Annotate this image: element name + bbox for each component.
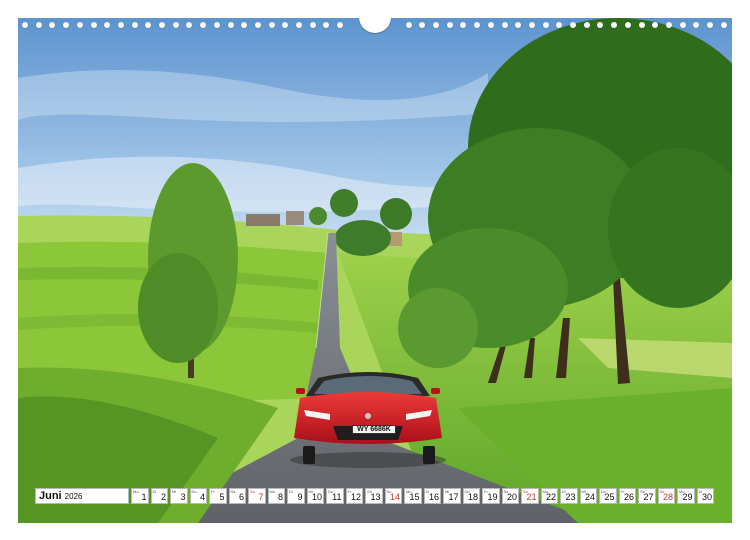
calendar-page: WY 6686K — [18, 18, 732, 523]
tree-cluster — [335, 220, 391, 256]
calendar-strip: Juni 2026 Mo 1 Di 2 Mi 3 Do 4 Fr 5 Sa 6 So 7 Mo 8 Di 9 Mi 1… — [35, 488, 714, 504]
day-number: 24 — [584, 492, 595, 502]
day-number: 11 — [332, 492, 342, 502]
calendar-day: Sa 27 — [638, 488, 656, 504]
calendar-day: Fr 12 — [345, 488, 363, 504]
calendar-day: Sa 6 — [228, 488, 246, 504]
weekday-label: Fr — [211, 489, 215, 494]
calendar-day: Do 18 — [462, 488, 480, 504]
weekday-label: So — [250, 489, 255, 494]
day-number: 21 — [526, 492, 537, 502]
day-number: 8 — [277, 492, 283, 502]
calendar-day: Sa 20 — [501, 488, 519, 504]
calendar-day: Mi 10 — [306, 488, 324, 504]
calendar-day: Fr 5 — [209, 488, 227, 504]
month-label: Juni 2026 — [35, 488, 129, 504]
calendar-day: So 14 — [384, 488, 402, 504]
day-number: 29 — [682, 492, 693, 502]
calendar-day: Mo 22 — [540, 488, 558, 504]
day-number: 26 — [623, 492, 634, 502]
calendar-day: Fr 19 — [482, 488, 500, 504]
day-number: 5 — [219, 492, 225, 502]
house — [286, 211, 304, 225]
day-number: 20 — [506, 492, 517, 502]
day-number: 15 — [409, 492, 420, 502]
calendar-day: Mo 15 — [404, 488, 422, 504]
calendar-day: Do 11 — [326, 488, 344, 504]
day-number: 13 — [370, 492, 381, 502]
calendar-day: Mo 8 — [267, 488, 285, 504]
calendar-day: Do 25 — [599, 488, 617, 504]
day-number: 25 — [604, 492, 615, 502]
day-number: 6 — [238, 492, 244, 502]
day-number: 22 — [545, 492, 556, 502]
calendar-day: Di 23 — [560, 488, 578, 504]
calendar-day: Mi 3 — [170, 488, 188, 504]
calendar-day: Di 2 — [150, 488, 168, 504]
month-name: Juni — [39, 490, 62, 502]
month-year: 2026 — [64, 491, 83, 501]
day-number: 14 — [389, 492, 400, 502]
day-number: 2 — [160, 492, 166, 502]
day-number: 18 — [467, 492, 478, 502]
weekday-label: Mo — [269, 489, 276, 494]
day-number: 9 — [297, 492, 303, 502]
weekday-label: Sa — [230, 489, 236, 494]
landscape-photo — [18, 18, 732, 523]
calendar-day: Mo 29 — [677, 488, 695, 504]
house — [246, 214, 280, 226]
calendar-day: Mi 17 — [443, 488, 461, 504]
day-number: 27 — [643, 492, 654, 502]
day-number: 3 — [180, 492, 186, 502]
calendar-day: Fr 26 — [618, 488, 636, 504]
calendar-day: Di 30 — [696, 488, 714, 504]
day-number: 12 — [350, 492, 361, 502]
tree — [330, 189, 358, 217]
weekday-label: Di — [152, 489, 157, 494]
calendar-day: Mi 24 — [579, 488, 597, 504]
license-plate: WY 6686K — [352, 425, 396, 434]
calendar-day: So 21 — [521, 488, 539, 504]
day-number: 4 — [199, 492, 205, 502]
weekday-label: Di — [289, 489, 293, 494]
calendar-day: Do 4 — [189, 488, 207, 504]
day-number: 19 — [487, 492, 498, 502]
day-number: 17 — [448, 492, 459, 502]
tree — [309, 207, 327, 225]
calendar-day: So 7 — [248, 488, 266, 504]
day-number: 28 — [662, 492, 673, 502]
tree-crown — [398, 288, 478, 368]
calendar-day: Mo 1 — [131, 488, 149, 504]
weekday-label: Mo — [133, 489, 139, 494]
tree — [380, 198, 412, 230]
calendar-day: Sa 13 — [365, 488, 383, 504]
day-number: 1 — [141, 492, 147, 502]
day-number: 23 — [565, 492, 576, 502]
calendar-day: Di 16 — [423, 488, 441, 504]
tree-crown — [138, 253, 218, 363]
weekday-label: Do — [191, 489, 197, 494]
calendar-day: So 28 — [657, 488, 675, 504]
day-number: 7 — [258, 492, 264, 502]
day-number: 16 — [428, 492, 439, 502]
day-number: 10 — [311, 492, 322, 502]
weekday-label: Mi — [172, 489, 177, 494]
day-number: 30 — [701, 492, 712, 502]
calendar-day: Di 9 — [287, 488, 305, 504]
